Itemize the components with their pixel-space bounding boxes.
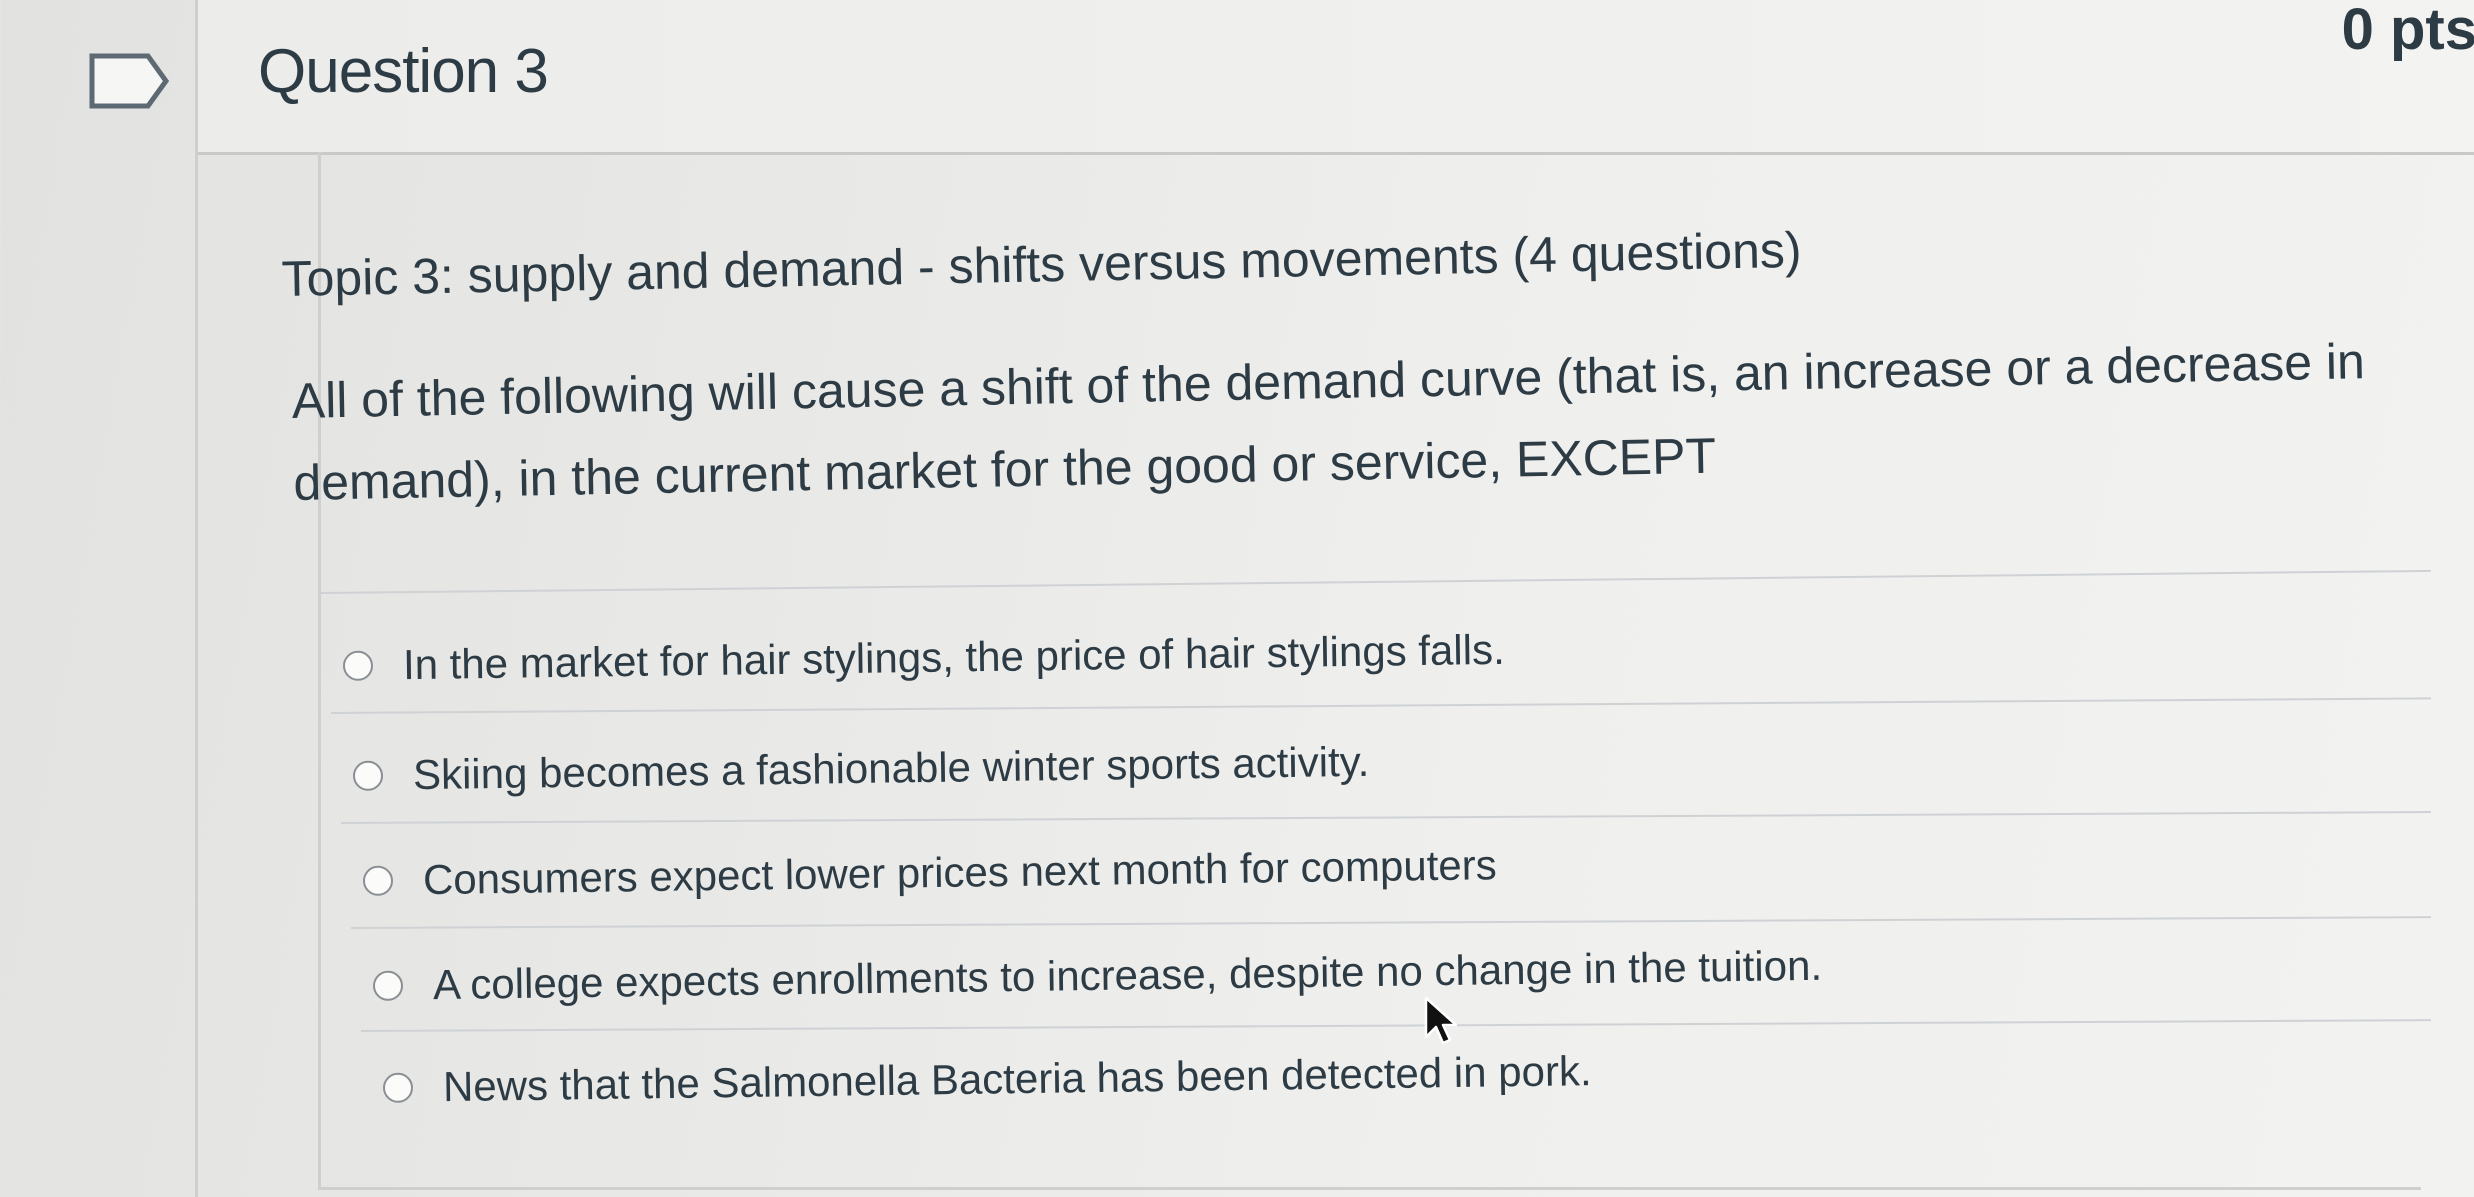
- answer-option[interactable]: A college expects enrollments to increas…: [372, 941, 1823, 1010]
- answer-divider: [360, 1019, 2431, 1032]
- answer-label: Skiing becomes a fashionable winter spor…: [412, 737, 1370, 799]
- question-points: 0 pts: [2341, 0, 2474, 62]
- radio-button-icon[interactable]: [352, 760, 384, 791]
- answer-option[interactable]: Consumers expect lower prices next month…: [362, 841, 1497, 905]
- flag-icon[interactable]: [88, 52, 170, 110]
- answer-option[interactable]: Skiing becomes a fashionable winter spor…: [352, 737, 1370, 800]
- answer-label: News that the Salmonella Bacteria has be…: [442, 1047, 1592, 1111]
- answer-option[interactable]: News that the Salmonella Bacteria has be…: [382, 1047, 1592, 1112]
- question-body: Topic 3: supply and demand - shifts vers…: [281, 152, 2431, 1190]
- radio-button-icon[interactable]: [362, 865, 394, 896]
- radio-button-icon[interactable]: [342, 650, 374, 681]
- answer-label: A college expects enrollments to increas…: [432, 941, 1823, 1009]
- answer-divider: [350, 916, 2431, 929]
- radio-button-icon[interactable]: [372, 970, 404, 1001]
- question-panel: Question 3 0 pts Topic 3: supply and dem…: [195, 0, 2474, 1197]
- question-flag-area: [0, 0, 195, 1197]
- question-header: Question 3 0 pts: [198, 0, 2474, 155]
- answer-label: In the market for hair stylings, the pri…: [402, 625, 1506, 689]
- answer-label: Consumers expect lower prices next month…: [422, 841, 1497, 904]
- question-title: Question 3: [258, 37, 549, 106]
- mouse-pointer-icon: [1424, 996, 1457, 1045]
- answer-option[interactable]: In the market for hair stylings, the pri…: [342, 625, 1506, 690]
- answer-divider: [330, 697, 2431, 714]
- answer-list: In the market for hair stylings, the pri…: [321, 152, 2431, 1187]
- radio-button-icon[interactable]: [382, 1072, 414, 1103]
- answer-divider: [340, 811, 2431, 824]
